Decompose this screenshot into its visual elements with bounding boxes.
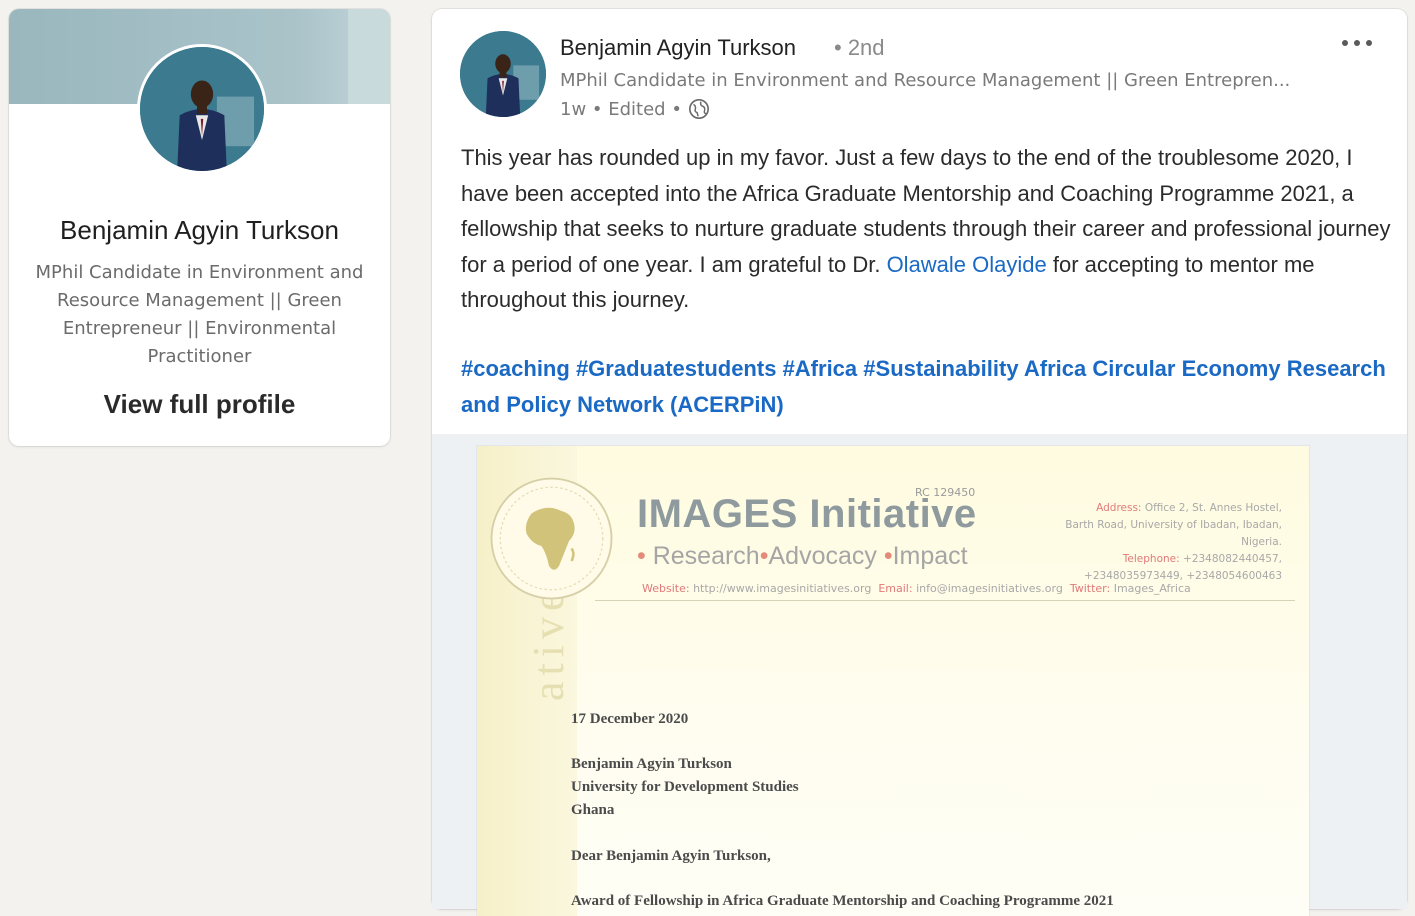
post-card: Benjamin Agyin Turkson • 2nd MPhil Candi… (432, 9, 1407, 916)
twitter-label: Twitter: (1069, 582, 1111, 595)
hashtag-link[interactable]: #Sustainability (863, 356, 1018, 381)
view-full-profile-link[interactable]: View full profile (9, 389, 390, 420)
person-photo-icon (140, 47, 264, 171)
letter-date: 17 December 2020 (571, 711, 689, 727)
tagline-item: Impact (892, 542, 968, 570)
post-text: This year has rounded up in my favor. Ju… (461, 140, 1391, 318)
email-value: info@imagesinitiatives.org (916, 582, 1063, 595)
telephone-label: Telephone: (1122, 553, 1180, 565)
letter-recipient-org: University for Development Studies (571, 779, 799, 795)
letter-watermark: ative (524, 585, 573, 701)
telephone-line: +2348082440457, (1183, 553, 1282, 565)
address-line: Barth Road, University of Ibadan, Ibadan… (1065, 519, 1282, 548)
author-avatar[interactable] (460, 31, 546, 117)
letter-salutation: Dear Benjamin Agyin Turkson, (571, 848, 771, 864)
address-line: Office 2, St. Annes Hostel, (1144, 502, 1282, 514)
profile-headline: MPhil Candidate in Environment and Resou… (35, 262, 364, 367)
tagline-item: Advocacy (768, 542, 877, 570)
mention-link[interactable]: Olawale Olayide (887, 252, 1047, 277)
letterhead-divider (595, 600, 1295, 601)
post-author-name[interactable]: Benjamin Agyin Turkson (560, 35, 796, 61)
letter-recipient-name: Benjamin Agyin Turkson (571, 756, 732, 772)
letterhead-rc-number: RC 129450 (915, 486, 976, 499)
hashtag-link[interactable]: #Graduatestudents (576, 356, 777, 381)
person-photo-icon (460, 31, 546, 117)
globe-icon (688, 98, 710, 120)
profile-card: Benjamin Agyin Turkson MPhil Candidate i… (9, 9, 390, 446)
connection-degree: • 2nd (834, 35, 885, 60)
post-meta: 1w • Edited • (560, 98, 710, 120)
website-label: Website: (642, 582, 690, 595)
email-label: Email: (878, 582, 913, 595)
letter-document: ative IMAGES Initiative RC 129450 • Rese… (477, 446, 1309, 916)
tagline-item: Research (652, 542, 760, 570)
africa-seal-icon (490, 477, 613, 600)
post-timestamp: 1w • Edited • (560, 98, 682, 120)
profile-name[interactable]: Benjamin Agyin Turkson (9, 215, 390, 246)
hashtag-link[interactable]: #coaching (461, 356, 570, 381)
letterhead-address: Address: Office 2, St. Annes Hostel, Bar… (1022, 500, 1282, 585)
letterhead-contacts: Website: http://www.imagesinitiatives.or… (642, 582, 1282, 595)
twitter-value: Images_Africa (1113, 582, 1191, 595)
hashtag-line: #coaching #Graduatestudents #Africa #Sus… (461, 351, 1391, 422)
letter-recipient-country: Ghana (571, 802, 615, 818)
post-image[interactable]: ative IMAGES Initiative RC 129450 • Rese… (432, 434, 1407, 916)
post-author-headline: MPhil Candidate in Environment and Resou… (560, 70, 1291, 91)
letterhead-tagline: • Research•Advocacy •Impact (637, 542, 968, 570)
profile-avatar[interactable] (137, 44, 267, 174)
more-options-icon[interactable] (1337, 33, 1377, 53)
website-value: http://www.imagesinitiatives.org (693, 582, 872, 595)
hashtag-link[interactable]: #Africa (783, 356, 858, 381)
letter-subject: Award of Fellowship in Africa Graduate M… (571, 893, 1114, 909)
address-label: Address: (1096, 502, 1142, 514)
